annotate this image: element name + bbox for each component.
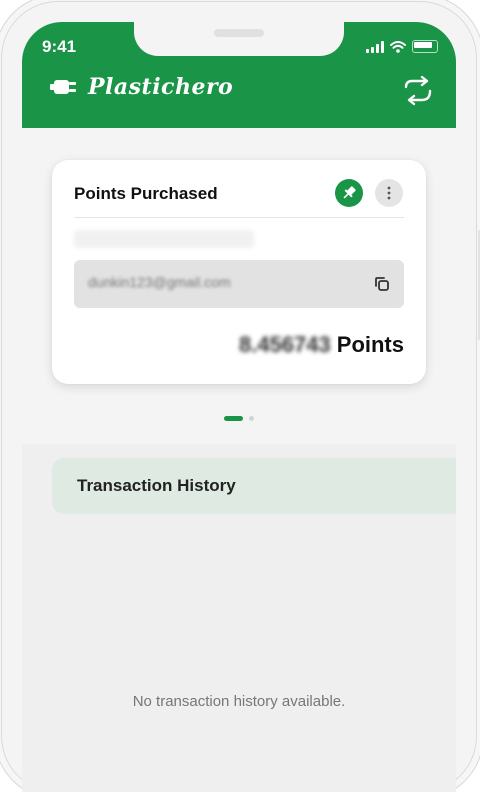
divider — [74, 217, 404, 218]
app-screen: 9:41 Plastichero Points Purchased dunkin… — [22, 22, 456, 792]
battery-icon — [412, 40, 438, 53]
status-time: 9:41 — [42, 37, 77, 56]
pin-icon — [343, 186, 356, 199]
wifi-icon — [390, 40, 406, 53]
history-title: Transaction History — [77, 476, 236, 495]
status-icons — [366, 40, 438, 53]
copy-icon[interactable] — [372, 274, 392, 294]
page-dot[interactable] — [249, 416, 254, 421]
plug-icon — [50, 80, 76, 94]
transaction-history-header[interactable]: Transaction History — [52, 458, 456, 514]
swap-arrows-icon[interactable] — [402, 76, 434, 106]
page-dot-active[interactable] — [224, 416, 243, 421]
brand-name: Plastichero — [88, 74, 234, 100]
points-value: 8.456743 — [239, 332, 331, 357]
page-indicator[interactable] — [224, 416, 254, 421]
empty-history-message: No transaction history available. — [132, 693, 346, 710]
more-options-button[interactable] — [375, 179, 403, 207]
speaker — [214, 29, 264, 37]
email-value: dunkin123@gmail.com — [88, 274, 231, 290]
signal-icon — [366, 40, 384, 53]
app-header: 9:41 Plastichero — [22, 22, 456, 128]
notch — [134, 22, 344, 56]
points-unit: Points — [336, 332, 404, 357]
more-vertical-icon — [387, 186, 391, 200]
email-field: dunkin123@gmail.com — [74, 260, 404, 308]
pin-button[interactable] — [335, 179, 363, 207]
brand-logo[interactable]: Plastichero — [50, 74, 233, 100]
points-row: 8.456743 Points — [239, 332, 404, 358]
card-title: Points Purchased — [74, 184, 218, 203]
points-card[interactable]: Points Purchased dunkin123@gmail.com 8.4… — [52, 160, 426, 384]
blurred-field — [74, 230, 254, 248]
